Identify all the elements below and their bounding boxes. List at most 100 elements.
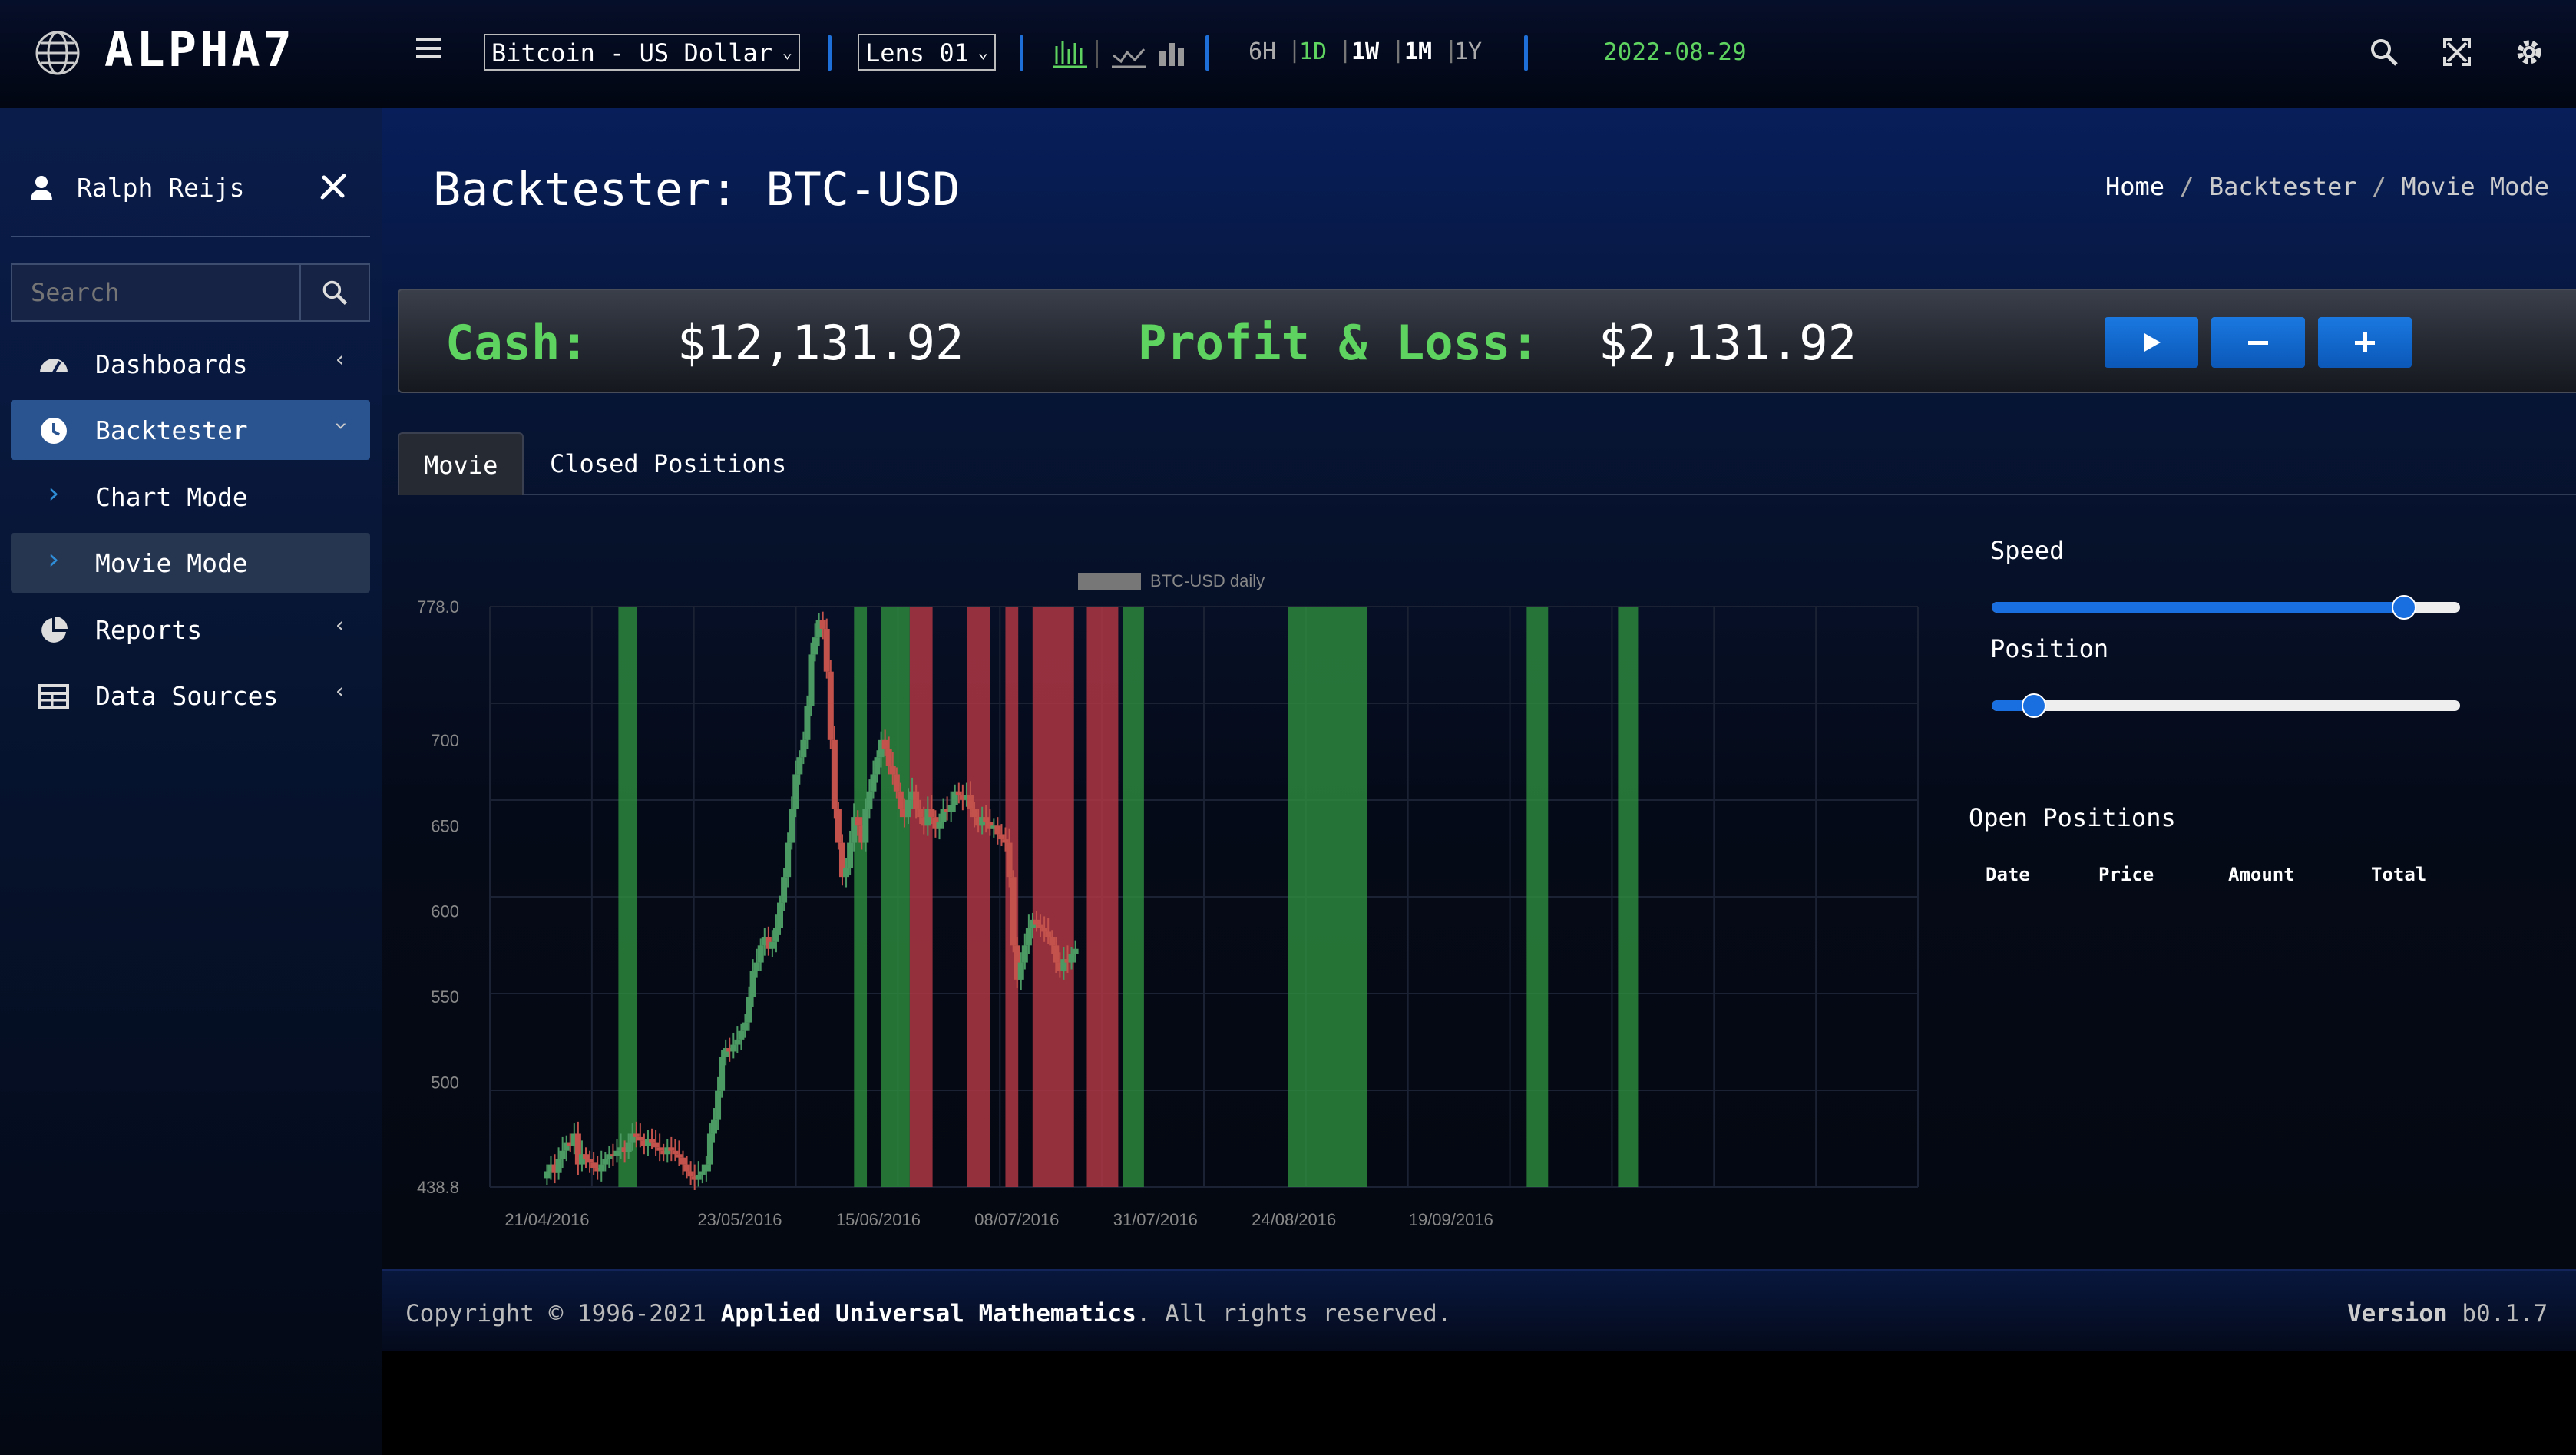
y-tick-label: 700 — [431, 731, 459, 750]
candle — [843, 868, 850, 878]
version-label: Version — [2347, 1300, 2448, 1328]
search-icon[interactable] — [2369, 37, 2399, 68]
candle — [893, 774, 900, 792]
candle — [583, 1154, 590, 1159]
tf-1w[interactable]: 1W — [1351, 38, 1379, 65]
candle — [769, 941, 775, 949]
y-tick-label: 550 — [431, 987, 459, 1007]
sidebar-item-movie-mode[interactable]: › Movie Mode — [11, 533, 370, 593]
candle — [855, 817, 861, 826]
legend-label: BTC-USD daily — [1150, 571, 1265, 590]
line-chart-icon[interactable] — [1112, 38, 1146, 69]
candle — [1033, 919, 1040, 925]
candle — [668, 1147, 675, 1151]
sidebar: Ralph Reijs Dashboards ‹ Backtester ‹ › … — [0, 108, 382, 1455]
candle — [633, 1133, 640, 1137]
chevron-left-icon: ‹ — [332, 612, 347, 639]
candle — [1021, 945, 1028, 963]
candle — [749, 971, 756, 997]
chevron-right-icon: › — [45, 542, 62, 576]
toolbar-divider — [1205, 35, 1209, 71]
candle — [1068, 954, 1075, 963]
breadcrumb-home[interactable]: Home — [2105, 172, 2164, 201]
buy-signal-band — [1618, 607, 1639, 1187]
candle — [587, 1159, 594, 1163]
breadcrumb-backtester[interactable]: Backtester — [2209, 172, 2357, 201]
buy-signal-band — [618, 607, 637, 1187]
fullscreen-icon[interactable] — [2442, 37, 2472, 68]
decrease-button[interactable] — [2211, 317, 2305, 368]
speed-slider-thumb[interactable] — [2391, 595, 2416, 620]
sidebar-item-label: Chart Mode — [95, 482, 248, 512]
candle — [1045, 931, 1052, 937]
sidebar-item-dashboards[interactable]: Dashboards ‹ — [11, 334, 370, 394]
column-header-amount: Amount — [2228, 864, 2295, 885]
chevron-down-icon: ‹ — [326, 418, 354, 433]
candle — [885, 748, 892, 766]
candle — [994, 825, 1001, 835]
menu-toggle-icon[interactable] — [416, 38, 441, 66]
candle — [881, 739, 888, 749]
tf-1y[interactable]: 1Y — [1454, 38, 1482, 65]
y-tick-label: 650 — [431, 816, 459, 835]
position-slider-thumb[interactable] — [2021, 693, 2046, 718]
candle — [998, 834, 1005, 840]
breadcrumb: Home / Backtester / Movie Mode — [2105, 172, 2549, 201]
candle — [703, 1164, 709, 1172]
tab-label: Movie — [424, 451, 498, 480]
y-axis: 778.0 700 650 600 550 500 438.8 — [417, 597, 459, 1197]
tools-icon[interactable] — [318, 171, 349, 202]
table-icon — [38, 684, 69, 709]
dashboard-icon — [40, 359, 68, 373]
candle — [800, 739, 807, 758]
user-name[interactable]: Ralph Reijs — [77, 173, 245, 203]
legend-swatch — [1078, 573, 1141, 590]
candle — [672, 1150, 679, 1155]
candle — [917, 808, 924, 818]
lens-select[interactable]: Lens 01 ⌄ — [858, 34, 996, 71]
x-tick-label: 23/05/2016 — [697, 1210, 782, 1229]
buy-signal-band — [881, 607, 910, 1187]
candle — [590, 1162, 597, 1169]
search-button[interactable] — [299, 265, 369, 320]
minus-icon — [2248, 341, 2268, 345]
candle — [680, 1157, 686, 1165]
speed-slider[interactable] — [1992, 595, 2460, 620]
tf-divider: | — [1338, 37, 1353, 64]
instrument-select[interactable]: Bitcoin - US Dollar ⌄ — [484, 34, 800, 71]
gear-icon[interactable] — [2514, 37, 2545, 68]
increase-button[interactable] — [2318, 317, 2412, 368]
tf-1m[interactable]: 1M — [1404, 38, 1432, 65]
candle — [715, 1090, 722, 1120]
candle — [598, 1164, 605, 1172]
candle — [947, 805, 954, 812]
company-link[interactable]: Applied Universal Mathematics — [721, 1300, 1136, 1328]
sidebar-item-label: Movie Mode — [95, 548, 248, 578]
position-slider[interactable] — [1992, 693, 2460, 718]
app-logo[interactable]: ALPHA7 — [104, 21, 295, 78]
tab-movie[interactable]: Movie — [398, 432, 524, 495]
candle — [772, 928, 779, 942]
candle — [781, 877, 788, 903]
candlestick-chart-icon[interactable] — [1053, 38, 1087, 69]
sell-signal-band — [1086, 607, 1119, 1187]
sidebar-search — [11, 263, 370, 322]
candle — [913, 791, 920, 809]
sidebar-item-data-sources[interactable]: Data Sources ‹ — [11, 666, 370, 726]
sell-signal-band — [1032, 607, 1074, 1187]
tab-closed-positions[interactable]: Closed Positions — [550, 449, 786, 478]
candle — [831, 739, 838, 809]
candle — [1010, 877, 1017, 946]
candle — [1049, 937, 1056, 946]
copyright-prefix: Copyright © 1996-2021 — [405, 1300, 706, 1328]
sidebar-item-reports[interactable]: Reports ‹ — [11, 600, 370, 660]
search-input[interactable] — [12, 265, 301, 320]
toolbar-divider — [1096, 40, 1098, 68]
tf-6h[interactable]: 6H — [1248, 38, 1276, 65]
sidebar-item-backtester[interactable]: Backtester ‹ — [11, 400, 370, 460]
play-button[interactable] — [2105, 317, 2198, 368]
bar-chart-icon[interactable] — [1158, 38, 1189, 69]
candle — [955, 791, 962, 795]
tf-1d[interactable]: 1D — [1299, 38, 1327, 65]
sidebar-item-chart-mode[interactable]: › Chart Mode — [11, 467, 370, 527]
